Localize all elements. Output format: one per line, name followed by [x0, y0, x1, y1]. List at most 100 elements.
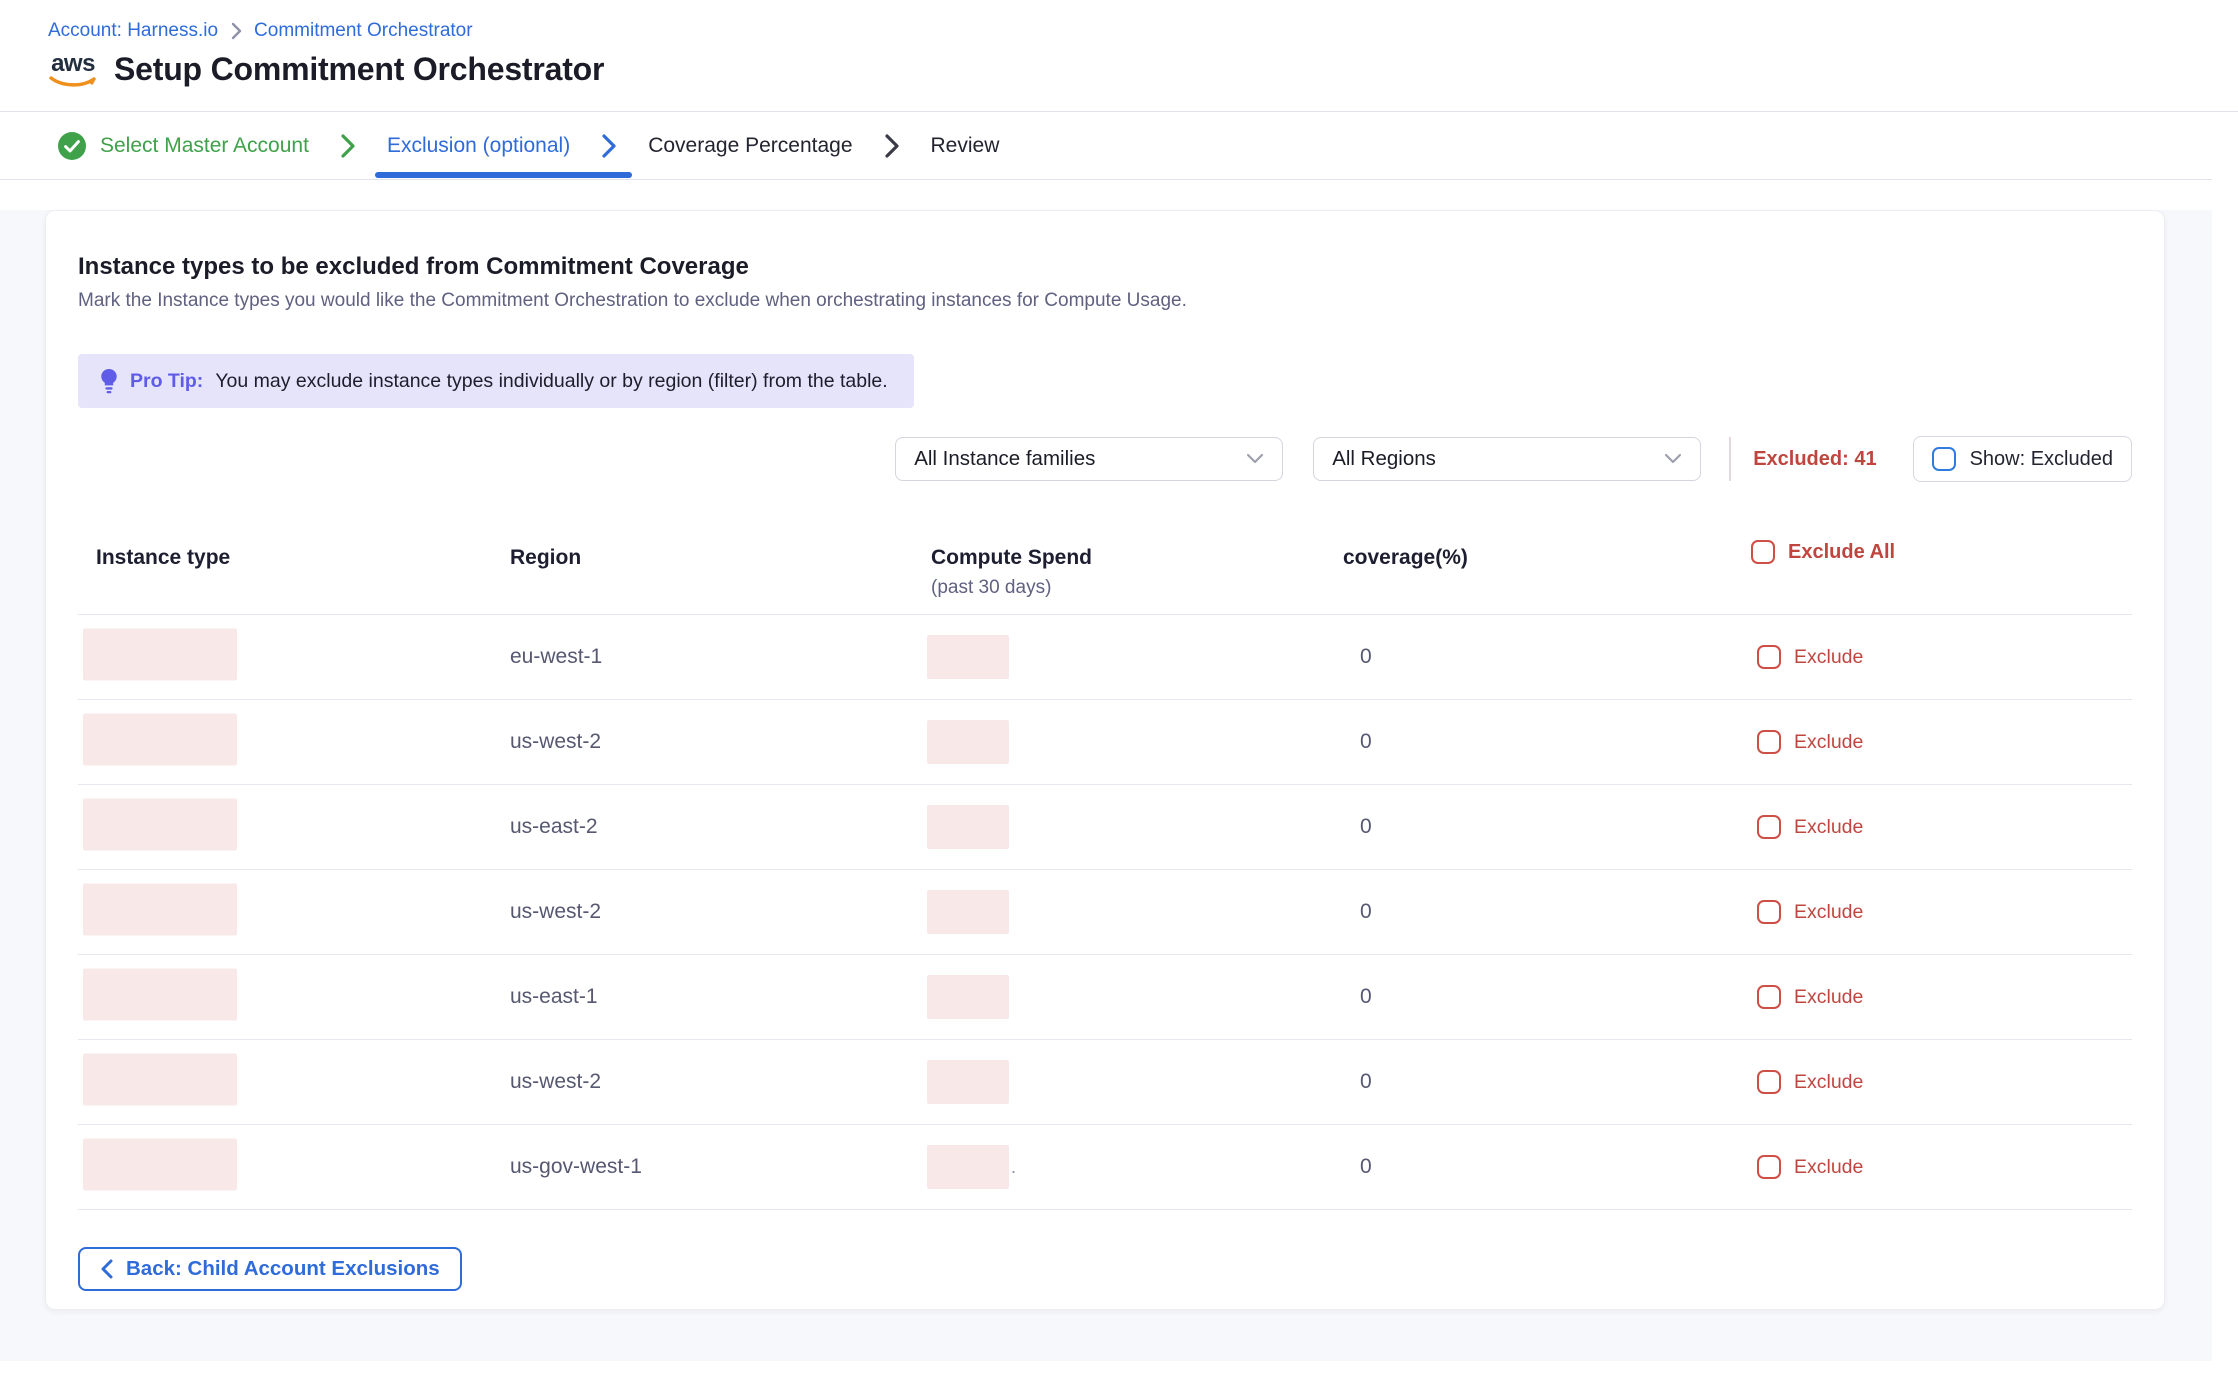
pro-tip-banner: Pro Tip: You may exclude instance types … — [78, 354, 914, 408]
exclude-checkbox[interactable] — [1757, 985, 1781, 1009]
redacted-compute-spend — [927, 635, 1009, 679]
step-label: Coverage Percentage — [648, 134, 852, 158]
compute-spend-title: Compute Spend — [931, 546, 1092, 570]
exclude-checkbox[interactable] — [1757, 1070, 1781, 1094]
exclude-all-checkbox[interactable] — [1751, 540, 1775, 564]
exclusion-card: Instance types to be excluded from Commi… — [45, 210, 2165, 1310]
exclude-label: Exclude — [1794, 986, 1863, 1009]
card-title: Instance types to be excluded from Commi… — [78, 253, 2132, 281]
exclude-checkbox[interactable] — [1757, 730, 1781, 754]
exclude-label: Exclude — [1794, 816, 1863, 839]
coverage-cell: 0 — [1360, 645, 1372, 669]
col-header-coverage: coverage(%) — [1343, 546, 1468, 570]
coverage-cell: 0 — [1360, 985, 1372, 1009]
exclude-checkbox[interactable] — [1757, 815, 1781, 839]
step-label: Select Master Account — [100, 134, 309, 158]
redacted-instance-type — [83, 1054, 237, 1106]
exclude-checkbox[interactable] — [1757, 645, 1781, 669]
show-excluded-checkbox[interactable] — [1932, 447, 1956, 471]
coverage-cell: 0 — [1360, 815, 1372, 839]
aws-logo: aws — [48, 52, 98, 88]
redacted-instance-type — [83, 884, 237, 936]
step-select-master-account[interactable]: Select Master Account — [57, 131, 309, 161]
step-label: Exclusion (optional) — [387, 134, 570, 158]
redacted-compute-spend — [927, 1145, 1009, 1189]
breadcrumb: Account: Harness.io Commitment Orchestra… — [48, 20, 2238, 42]
step-coverage-percentage[interactable]: Coverage Percentage — [648, 134, 852, 158]
step-review[interactable]: Review — [931, 134, 1000, 158]
page-header: Account: Harness.io Commitment Orchestra… — [0, 0, 2238, 112]
coverage-cell: 0 — [1360, 730, 1372, 754]
redacted-instance-type — [83, 969, 237, 1021]
redacted-compute-spend — [927, 975, 1009, 1019]
col-header-region: Region — [510, 546, 581, 570]
table-row: us-west-2 0 Exclude — [78, 1040, 2132, 1125]
region-cell: us-gov-west-1 — [510, 1155, 642, 1179]
table-row: eu-west-1 0 Exclude — [78, 615, 2132, 700]
col-header-instance-type: Instance type — [96, 546, 230, 570]
exclude-label: Exclude — [1794, 646, 1863, 669]
step-label: Review — [931, 134, 1000, 158]
table-header: Instance type Region Compute Spend (past… — [78, 482, 2132, 615]
coverage-cell: 0 — [1360, 1070, 1372, 1094]
breadcrumb-account-link[interactable]: Account: Harness.io — [48, 20, 218, 42]
check-circle-icon — [57, 131, 87, 161]
region-cell: us-west-2 — [510, 730, 601, 754]
page: Account: Harness.io Commitment Orchestra… — [0, 0, 2238, 1374]
pro-tip-label: Pro Tip: — [130, 370, 203, 393]
coverage-cell: 0 — [1360, 1155, 1372, 1179]
pro-tip-text: You may exclude instance types individua… — [215, 370, 887, 393]
exclude-label: Exclude — [1794, 1156, 1863, 1179]
table-row: us-gov-west-1 . 0 Exclude — [78, 1125, 2132, 1210]
step-exclusion[interactable]: Exclusion (optional) — [387, 134, 570, 158]
exclude-checkbox[interactable] — [1757, 900, 1781, 924]
redacted-instance-type — [83, 799, 237, 851]
exclude-control[interactable]: Exclude — [1757, 730, 1863, 754]
card-subtitle: Mark the Instance types you would like t… — [78, 290, 2132, 312]
redacted-instance-type — [83, 1139, 237, 1191]
aws-logo-text: aws — [51, 52, 95, 76]
table-row: us-west-2 0 Exclude — [78, 700, 2132, 785]
show-excluded-toggle[interactable]: Show: Excluded — [1913, 436, 2132, 482]
main-content: Instance types to be excluded from Commi… — [0, 210, 2238, 1361]
back-button-label: Back: Child Account Exclusions — [126, 1257, 440, 1281]
exclude-all-control[interactable]: Exclude All — [1751, 540, 1895, 564]
step-chevron-icon — [339, 133, 357, 159]
exclude-control[interactable]: Exclude — [1757, 815, 1863, 839]
step-chevron-icon — [883, 133, 901, 159]
exclude-all-label: Exclude All — [1788, 541, 1895, 564]
redacted-compute-spend — [927, 890, 1009, 934]
instance-families-select[interactable]: All Instance families — [895, 437, 1283, 481]
breadcrumb-chevron-icon — [230, 22, 242, 40]
table-row: us-east-1 0 Exclude — [78, 955, 2132, 1040]
exclude-control[interactable]: Exclude — [1757, 900, 1863, 924]
region-cell: us-east-2 — [510, 815, 598, 839]
filters-group: All Instance families All Regions Exclud… — [895, 436, 2132, 482]
region-cell: us-east-1 — [510, 985, 598, 1009]
instance-families-value: All Instance families — [914, 447, 1095, 471]
stepper: Select Master Account Exclusion (optiona… — [0, 112, 2238, 180]
col-header-compute-spend: Compute Spend (past 30 days) — [931, 546, 1092, 599]
table-row: us-east-2 0 Exclude — [78, 785, 2132, 870]
excluded-count: Excluded: 41 — [1753, 448, 1876, 471]
redacted-instance-type — [83, 714, 237, 766]
chevron-left-icon — [100, 1259, 114, 1279]
regions-value: All Regions — [1332, 447, 1436, 471]
regions-select[interactable]: All Regions — [1313, 437, 1701, 481]
exclude-control[interactable]: Exclude — [1757, 1155, 1863, 1179]
region-cell: eu-west-1 — [510, 645, 602, 669]
exclude-label: Exclude — [1794, 901, 1863, 924]
scrollbar-gutter[interactable] — [2212, 112, 2238, 1374]
breadcrumb-page-link[interactable]: Commitment Orchestrator — [254, 20, 473, 42]
page-title: Setup Commitment Orchestrator — [114, 51, 604, 88]
exclude-control[interactable]: Exclude — [1757, 645, 1863, 669]
exclude-control[interactable]: Exclude — [1757, 985, 1863, 1009]
back-button[interactable]: Back: Child Account Exclusions — [78, 1247, 462, 1291]
step-chevron-icon — [600, 133, 618, 159]
exclude-checkbox[interactable] — [1757, 1155, 1781, 1179]
region-cell: us-west-2 — [510, 900, 601, 924]
table-row: us-west-2 0 Exclude — [78, 870, 2132, 955]
exclude-control[interactable]: Exclude — [1757, 1070, 1863, 1094]
filters-divider — [1729, 437, 1731, 481]
compute-spend-subtitle: (past 30 days) — [931, 577, 1092, 599]
